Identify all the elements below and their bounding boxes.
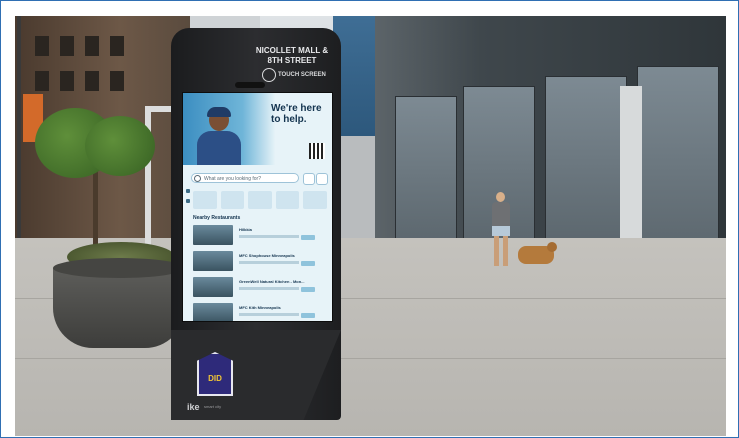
- concrete-planter: [53, 268, 185, 348]
- smiling-person: [197, 105, 241, 165]
- tree: [85, 116, 155, 176]
- voice-button[interactable]: [303, 173, 315, 185]
- planter-rim: [53, 258, 185, 278]
- kiosk-screen[interactable]: We're here to help. What are you looking…: [182, 92, 333, 322]
- ike-brand-subtitle: smart city: [204, 404, 222, 409]
- kiosk-location-title: NICOLLET MALL & 8TH STREET: [255, 46, 329, 65]
- category-tile[interactable]: [193, 191, 217, 209]
- qr-code-icon: [309, 143, 325, 159]
- touch-screen-label: TOUCH SCREEN: [278, 72, 326, 78]
- section-title: Nearby Restaurants: [193, 215, 241, 221]
- hero-title: We're here to help.: [271, 103, 322, 125]
- glass-building-right: [375, 16, 726, 271]
- category-tile[interactable]: [248, 191, 272, 209]
- restaurant-item[interactable]: MFC Shophouse Minneapolis: [193, 251, 327, 273]
- filter-button[interactable]: [316, 173, 328, 185]
- restaurant-item[interactable]: GreenWell Natural Kitchen - Mon...: [193, 277, 327, 299]
- camera-icon: [235, 82, 265, 88]
- search-input[interactable]: What are you looking for?: [191, 173, 299, 183]
- category-tile[interactable]: [275, 191, 300, 209]
- restaurant-item[interactable]: MFC Kith Minneapolis: [193, 303, 327, 321]
- restaurant-item[interactable]: Hilkkia: [193, 225, 327, 247]
- did-logo-text: DID: [208, 374, 222, 383]
- pedestrian: [488, 192, 514, 274]
- street-photo: [15, 16, 726, 436]
- search-icon: [194, 175, 201, 182]
- street-pole: [17, 16, 21, 238]
- category-tile[interactable]: [220, 191, 245, 209]
- touch-hand-icon: [262, 68, 276, 82]
- dog-head: [547, 242, 557, 252]
- tree-trunk: [93, 166, 98, 246]
- back-icon[interactable]: [186, 199, 190, 203]
- category-tile[interactable]: [303, 191, 327, 209]
- category-row: [193, 191, 327, 209]
- ike-brand: ike: [187, 402, 200, 412]
- home-icon[interactable]: [186, 189, 190, 193]
